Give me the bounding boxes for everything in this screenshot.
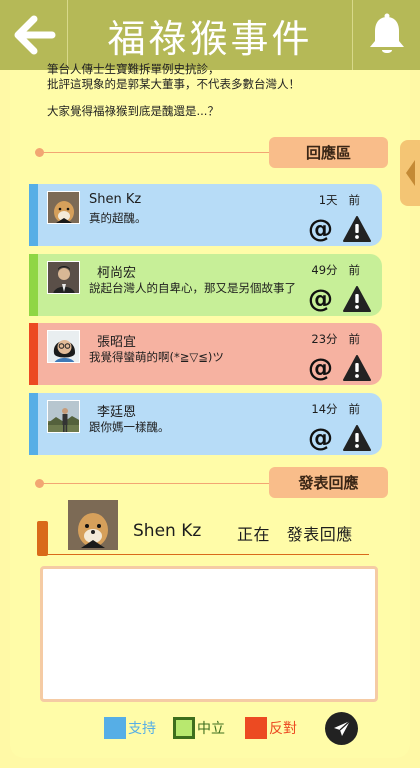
- mention-icon[interactable]: @: [308, 355, 333, 381]
- comments-section-label: 回應區: [269, 137, 388, 168]
- comment-item[interactable]: Shen Kz 真的超醜。 1天 前 @: [29, 184, 382, 246]
- mention-icon[interactable]: @: [308, 425, 333, 451]
- comment-time: 14分 前: [311, 402, 360, 416]
- neutral-swatch: [173, 717, 195, 739]
- avatar: [68, 500, 118, 550]
- avatar[interactable]: [47, 191, 80, 224]
- article-line: 大家覺得福祿猴到底是醜還是...？: [47, 104, 219, 118]
- section-divider: [40, 483, 272, 484]
- comment-author[interactable]: 李廷恩: [97, 401, 136, 420]
- stance-option-neutral[interactable]: 中立: [173, 717, 225, 739]
- comment-time: 1天 前: [318, 193, 360, 207]
- post-status: 正在 發表回應: [237, 525, 353, 544]
- back-button[interactable]: [0, 0, 68, 70]
- article-text: 筆台人傳士生寶難拆單例史抗診， 批評這現象的是郭某大董事，不代表多數台灣人！ 大…: [47, 62, 377, 119]
- stance-bar: [29, 184, 38, 246]
- comment-author[interactable]: 張昭宜: [97, 331, 136, 350]
- article-line: 筆台人傳士生寶難拆單例史抗診，: [47, 62, 220, 76]
- comment-item[interactable]: 李廷恩 跟你媽一樣醜。 14分 前 @: [29, 393, 382, 455]
- comment-text: 我覺得蠻萌的啊(*≧▽≦)ツ: [89, 350, 224, 364]
- comment-author[interactable]: 柯尚宏: [97, 262, 136, 281]
- post-section-label: 發表回應: [269, 467, 388, 498]
- stance-bar: [29, 323, 38, 385]
- mention-icon[interactable]: @: [308, 216, 333, 242]
- comment-text: 真的超醜。: [89, 211, 147, 225]
- stance-option-support[interactable]: 支持: [104, 717, 156, 739]
- report-icon[interactable]: [343, 425, 371, 451]
- stance-bar: [29, 393, 38, 455]
- app-header: 福祿猴事件: [0, 0, 420, 70]
- arrow-left-icon: [14, 15, 55, 55]
- composer-divider: [47, 554, 369, 555]
- paper-plane-icon: [333, 720, 350, 736]
- avatar[interactable]: [47, 261, 80, 294]
- notification-button[interactable]: [352, 0, 420, 70]
- comment-time: 23分 前: [311, 332, 360, 346]
- current-user-name: Shen Kz: [133, 521, 202, 541]
- stance-label: 中立: [197, 721, 225, 737]
- avatar[interactable]: [47, 400, 80, 433]
- stance-label: 支持: [128, 721, 156, 737]
- comment-time: 49分 前: [311, 263, 360, 277]
- page-title: 福祿猴事件: [107, 16, 313, 61]
- send-button[interactable]: [325, 712, 358, 745]
- comment-text: 說起台灣人的自卑心，那又是另個故事了: [89, 281, 296, 295]
- comment-input[interactable]: [40, 566, 378, 702]
- stance-option-oppose[interactable]: 反對: [245, 717, 297, 739]
- comment-item[interactable]: 柯尚宏 說起台灣人的自卑心，那又是另個故事了 49分 前 @: [29, 254, 382, 316]
- bell-icon: [369, 13, 404, 53]
- comment-item[interactable]: 張昭宜 我覺得蠻萌的啊(*≧▽≦)ツ 23分 前 @: [29, 323, 382, 385]
- avatar[interactable]: [47, 330, 80, 363]
- support-swatch: [104, 717, 126, 739]
- section-divider: [40, 152, 272, 153]
- comment-author[interactable]: Shen Kz: [89, 192, 141, 207]
- chevron-left-icon: [406, 160, 415, 186]
- article-line: 批評這現象的是郭某大董事，不代表多數台灣人！: [47, 77, 300, 91]
- comment-text: 跟你媽一樣醜。: [89, 420, 170, 434]
- report-icon[interactable]: [343, 286, 371, 312]
- side-drawer-tab[interactable]: [400, 140, 420, 206]
- stance-label: 反對: [269, 721, 297, 737]
- mention-icon[interactable]: @: [308, 286, 333, 312]
- report-icon[interactable]: [343, 216, 371, 242]
- post-stance-bar: [37, 521, 48, 556]
- stance-bar: [29, 254, 38, 316]
- oppose-swatch: [245, 717, 267, 739]
- report-icon[interactable]: [343, 355, 371, 381]
